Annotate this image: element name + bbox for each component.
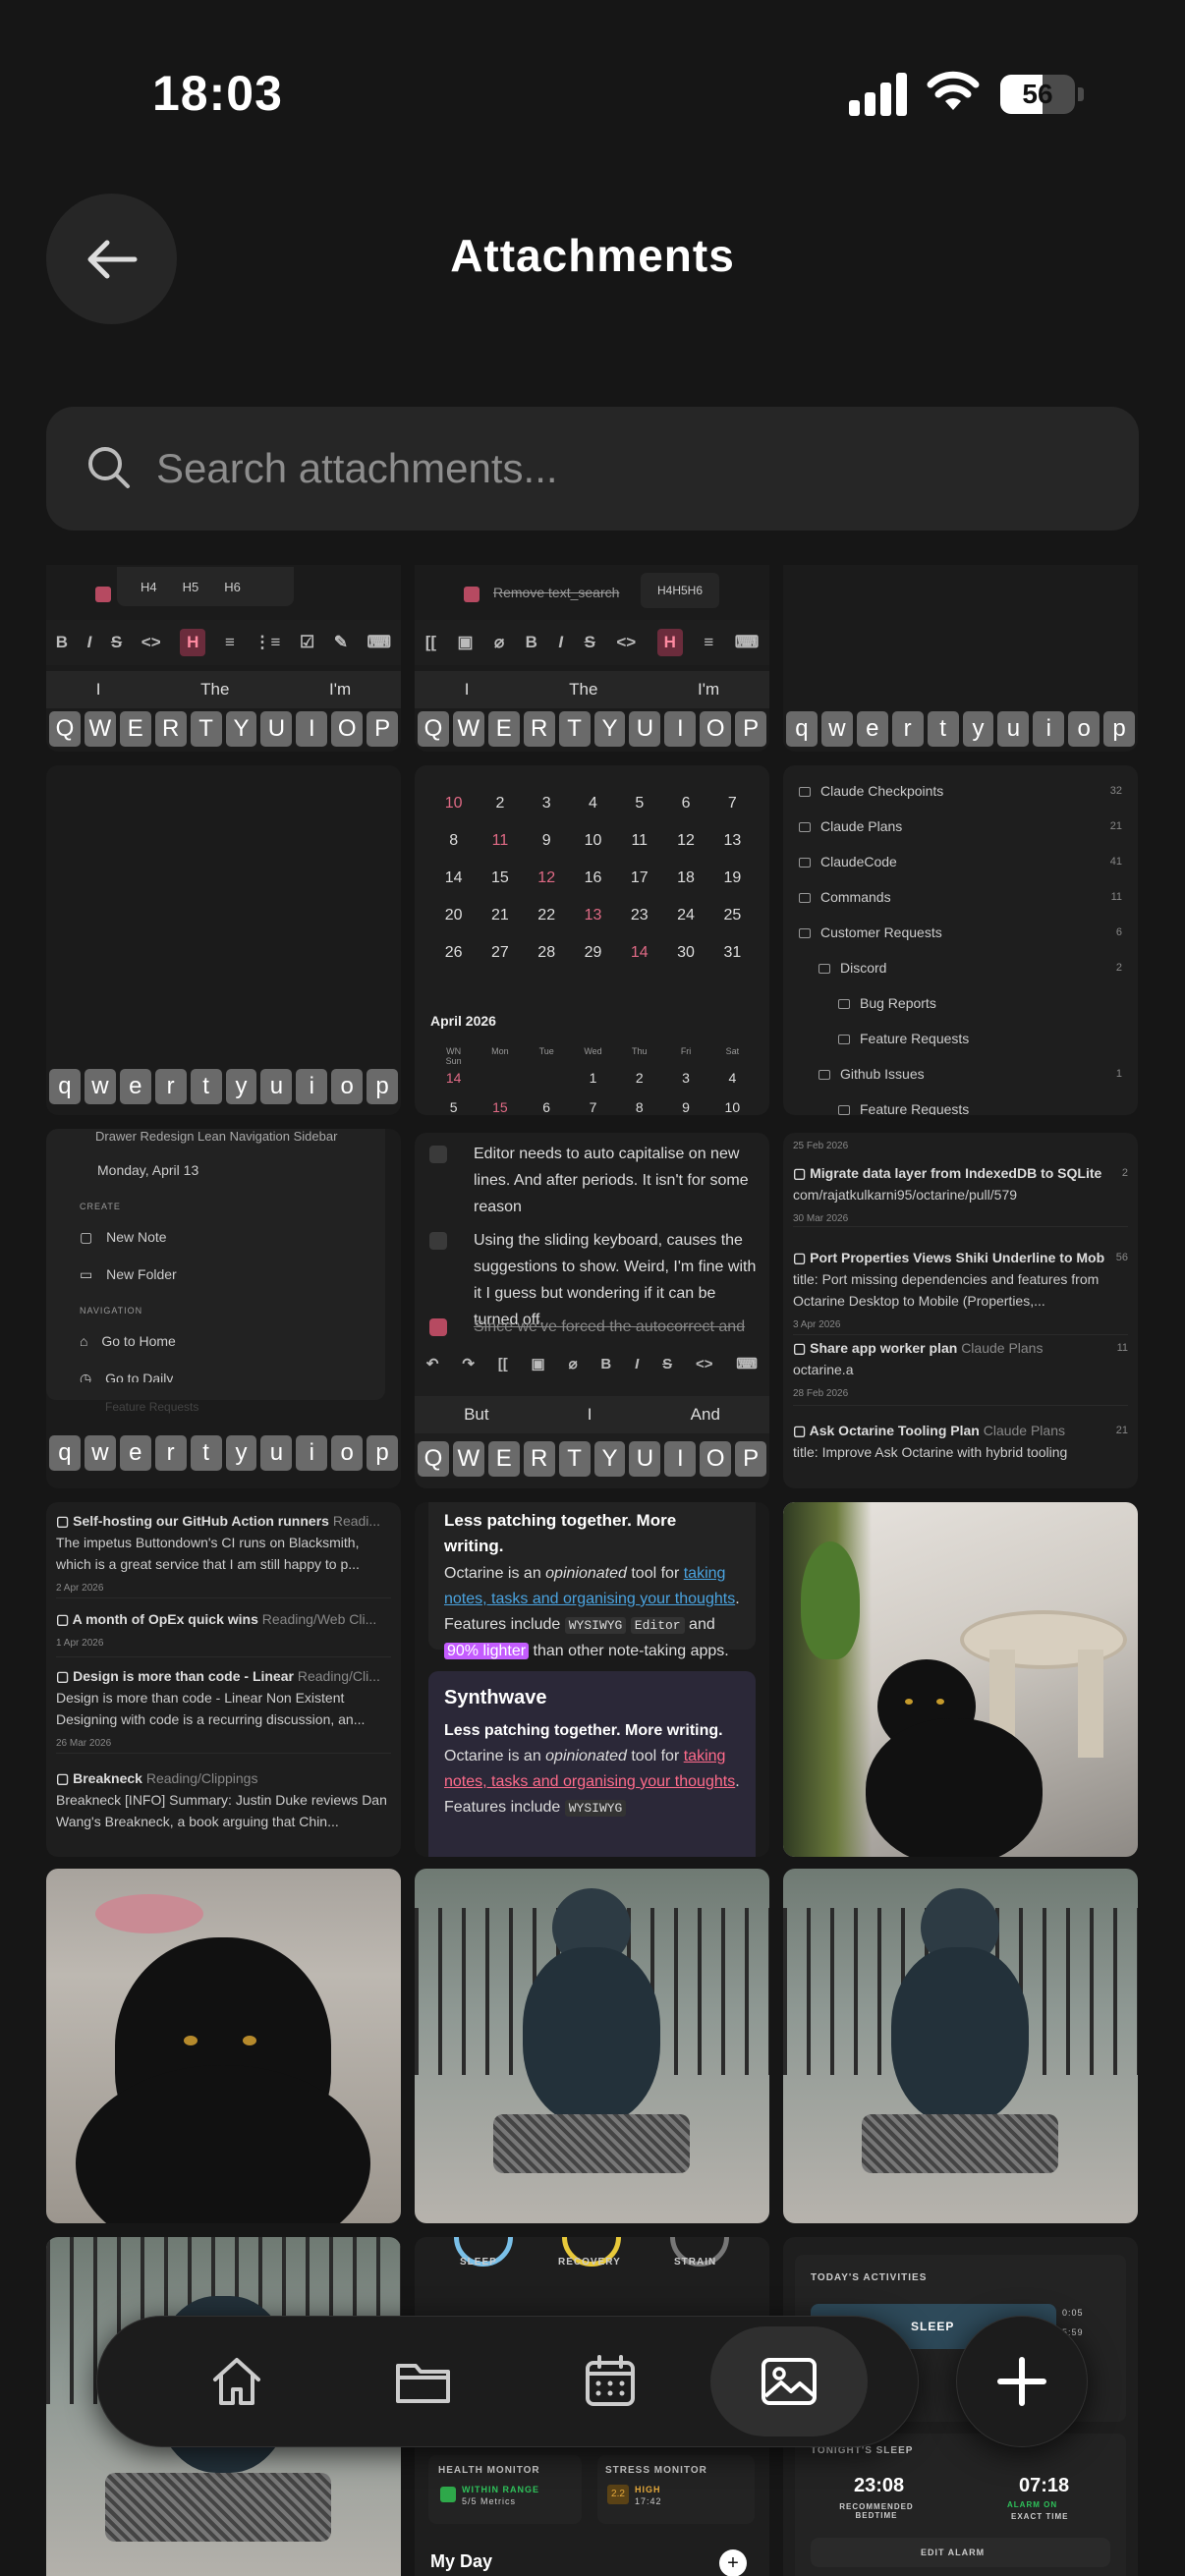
heading-option: H4 <box>141 579 157 594</box>
go-daily-item[interactable]: ◷ Go to Daily <box>80 1371 173 1382</box>
arrow-left-icon <box>87 240 137 278</box>
battery-icon: 56 <box>1000 75 1075 114</box>
new-note-item[interactable]: ▢ New Note <box>80 1229 167 1246</box>
task-item: Since we've forced the autocorrect and <box>429 1314 758 1340</box>
home-icon <box>213 2358 260 2405</box>
attachment-thumbnail[interactable]: Editor needs to auto capitalise on new l… <box>415 1133 769 1488</box>
attachment-thumbnail[interactable]: qwertyuiop <box>783 565 1138 752</box>
add-button[interactable] <box>956 2316 1088 2447</box>
attachment-thumbnail[interactable]: 25 Feb 2026 ▢ Migrate data layer from In… <box>783 1133 1138 1488</box>
faded-text: Feature Requests <box>105 1400 199 1414</box>
month-label: April 2026 <box>430 1013 496 1029</box>
attachment-photo[interactable] <box>415 1869 769 2223</box>
keyboard-row: QWERTYUIOP <box>46 711 401 747</box>
search-input[interactable] <box>156 426 1100 511</box>
checkbox-checked-icon <box>95 587 111 602</box>
keyboard-row: QWERTYUIOP <box>415 711 769 747</box>
battery-tip <box>1078 87 1084 101</box>
tab-home[interactable] <box>158 2326 315 2436</box>
status-time: 18:03 <box>152 66 283 121</box>
menu-section: CREATE <box>80 1202 121 1211</box>
keyboard-row: qwertyuiop <box>46 1069 401 1104</box>
calendar-grid: 10 2 3 4 5 6 7 8 11 9 10 11 12 13 14 15 12 16 17 18 19 20 21… <box>444 795 742 961</box>
heading-option: H5 <box>182 579 199 594</box>
theme-preview-synthwave: Synthwave Less patching together. More w… <box>428 1671 756 1857</box>
plus-icon <box>997 2357 1046 2406</box>
attachment-thumbnail[interactable]: 10 2 3 4 5 6 7 8 11 9 10 11 12 13 14 15 12 16 17 18 19 20 21… <box>415 765 769 1115</box>
cellular-signal-icon <box>849 71 908 116</box>
attachment-thumbnail[interactable]: Drawer Redesign Lean Navigation Sidebar … <box>46 1129 401 1488</box>
status-bar: 18:03 56 <box>0 0 1185 187</box>
tab-calendar[interactable] <box>532 2326 689 2436</box>
attachment-thumbnail[interactable]: Remove text_search H4H5H6 [[▣ ⌀ B I S <> H ≡ ⌨ I… <box>415 565 769 752</box>
folder-icon <box>396 2364 450 2403</box>
page-title: Attachments <box>450 230 735 281</box>
editor-toolbar: ↶ ↷[[▣ ⌀ B I S <> ⌨ <box>415 1345 769 1382</box>
editor-toolbar: [[▣ ⌀ B I S <> H ≡ ⌨ <box>415 620 769 665</box>
keyboard-suggestions: But I And <box>415 1396 769 1433</box>
menu-section: NAVIGATION <box>80 1306 143 1316</box>
keyboard-row: qwertyuiop <box>783 711 1138 747</box>
keyboard-row: qwertyuiop <box>46 1435 401 1471</box>
search-bar[interactable] <box>46 407 1139 531</box>
heading-options: H4H5H6 <box>641 573 719 608</box>
attachments-grid: H4 H5 H6 B I S <> H ≡ ⋮≡ ☑ ✎ ⌨ I The I'm QWERTYUIOP R… <box>46 565 1139 2576</box>
attachment-thumbnail[interactable]: qwertyuiop <box>46 765 401 1115</box>
calendar-icon <box>586 2355 635 2406</box>
keyboard-row: QWERTYUIOP <box>415 1441 769 1477</box>
wifi-icon <box>927 71 980 110</box>
attachment-photo[interactable] <box>783 1502 1138 1857</box>
bottom-tab-bar <box>96 2316 919 2447</box>
keyboard-suggestions: I The I'm <box>46 671 401 708</box>
calendar-grid: 1412345 156789101112 <box>445 1070 741 1115</box>
checkbox-checked-icon <box>464 587 480 602</box>
attachment-thumbnail[interactable]: Less patching together. More writing. Oc… <box>415 1502 769 1857</box>
attachment-thumbnail[interactable]: H4 H5 H6 B I S <> H ≡ ⋮≡ ☑ ✎ ⌨ I The I'm QWERTYUIOP <box>46 565 401 752</box>
tab-folders[interactable] <box>345 2326 502 2436</box>
editor-toolbar: B I S <> H ≡ ⋮≡ ☑ ✎ ⌨ <box>46 620 401 665</box>
attachment-thumbnail[interactable]: ▢ Self-hosting our GitHub Action runners… <box>46 1502 401 1857</box>
keyboard-suggestions: I The I'm <box>415 671 769 708</box>
attachment-photo[interactable] <box>46 1869 401 2223</box>
attachment-thumbnail[interactable]: Claude Checkpoints 32 Claude Plans 21 Clau… <box>783 765 1138 1115</box>
go-home-item[interactable]: ⌂ Go to Home <box>80 1333 176 1349</box>
theme-preview: Less patching together. More writing. Oc… <box>428 1502 756 1659</box>
task-item: Editor needs to auto capitalise on new l… <box>429 1141 758 1220</box>
attachment-photo[interactable] <box>783 1869 1138 2223</box>
menu-top: Drawer Redesign Lean Navigation Sidebar <box>95 1129 338 1144</box>
new-folder-item[interactable]: ▭ New Folder <box>80 1266 177 1283</box>
tab-attachments[interactable] <box>710 2326 868 2436</box>
search-icon <box>88 447 130 488</box>
menu-date: Monday, April 13 <box>97 1162 199 1178</box>
back-button[interactable] <box>46 194 177 324</box>
task-text: Remove text_search <box>493 585 620 600</box>
heading-option: H6 <box>224 579 241 594</box>
battery-level: 56 <box>1022 79 1053 109</box>
image-icon <box>762 2358 817 2405</box>
weekday-headers: WN Mon Tue Wed Thu Fri Sat Sun <box>445 1046 740 1066</box>
